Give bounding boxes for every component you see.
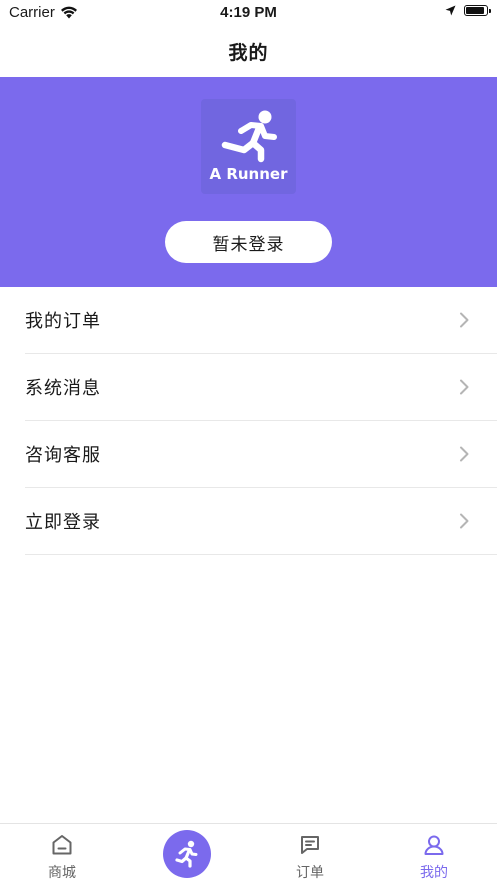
chevron-right-icon: [460, 513, 469, 529]
status-time: 4:19 PM: [220, 4, 277, 21]
battery-icon: [464, 5, 491, 16]
tab-runner-button[interactable]: [163, 830, 211, 878]
profile-menu: 我的订单 系统消息 咨询客服 立即登录: [0, 287, 497, 555]
profile-icon: [424, 835, 444, 855]
menu-item-my-orders[interactable]: 我的订单: [25, 287, 497, 354]
runner-logo-icon: [221, 110, 277, 163]
tab-profile[interactable]: 我的: [372, 824, 496, 883]
menu-item-label: 我的订单: [25, 311, 101, 332]
logo-text: A Runner: [209, 165, 288, 183]
location-arrow-icon: [445, 5, 456, 16]
battery-level: [466, 7, 484, 14]
chevron-right-icon: [460, 446, 469, 462]
tab-label: 我的: [420, 865, 448, 881]
runner-icon: [175, 840, 198, 868]
menu-item-system-messages[interactable]: 系统消息: [25, 354, 497, 421]
menu-item-login-now[interactable]: 立即登录: [25, 488, 497, 555]
profile-header: A Runner 暂未登录: [0, 77, 497, 287]
tab-label: 商城: [48, 865, 76, 881]
menu-item-customer-service[interactable]: 咨询客服: [25, 421, 497, 488]
page-title: 我的: [228, 41, 269, 64]
home-icon: [52, 835, 72, 855]
tab-orders[interactable]: 订单: [248, 824, 372, 883]
status-right-group: [445, 5, 491, 16]
status-bar: Carrier 4:19 PM: [0, 0, 497, 26]
menu-item-label: 系统消息: [25, 378, 101, 399]
tab-mall[interactable]: 商城: [0, 824, 124, 883]
order-icon: [301, 836, 319, 854]
chevron-right-icon: [460, 312, 469, 328]
profile-screen: Carrier 4:19 PM 我的 A Runner 暂未登录 我的订单 系统…: [0, 0, 497, 883]
tab-bar: 商城 订单 我的: [0, 823, 497, 883]
menu-item-label: 咨询客服: [25, 445, 101, 466]
navigation-bar: 我的: [0, 26, 497, 76]
app-logo: A Runner: [201, 99, 296, 194]
login-status-button[interactable]: 暂未登录: [165, 221, 332, 263]
menu-item-label: 立即登录: [25, 512, 101, 533]
chevron-right-icon: [460, 379, 469, 395]
tab-label: 订单: [296, 865, 324, 881]
